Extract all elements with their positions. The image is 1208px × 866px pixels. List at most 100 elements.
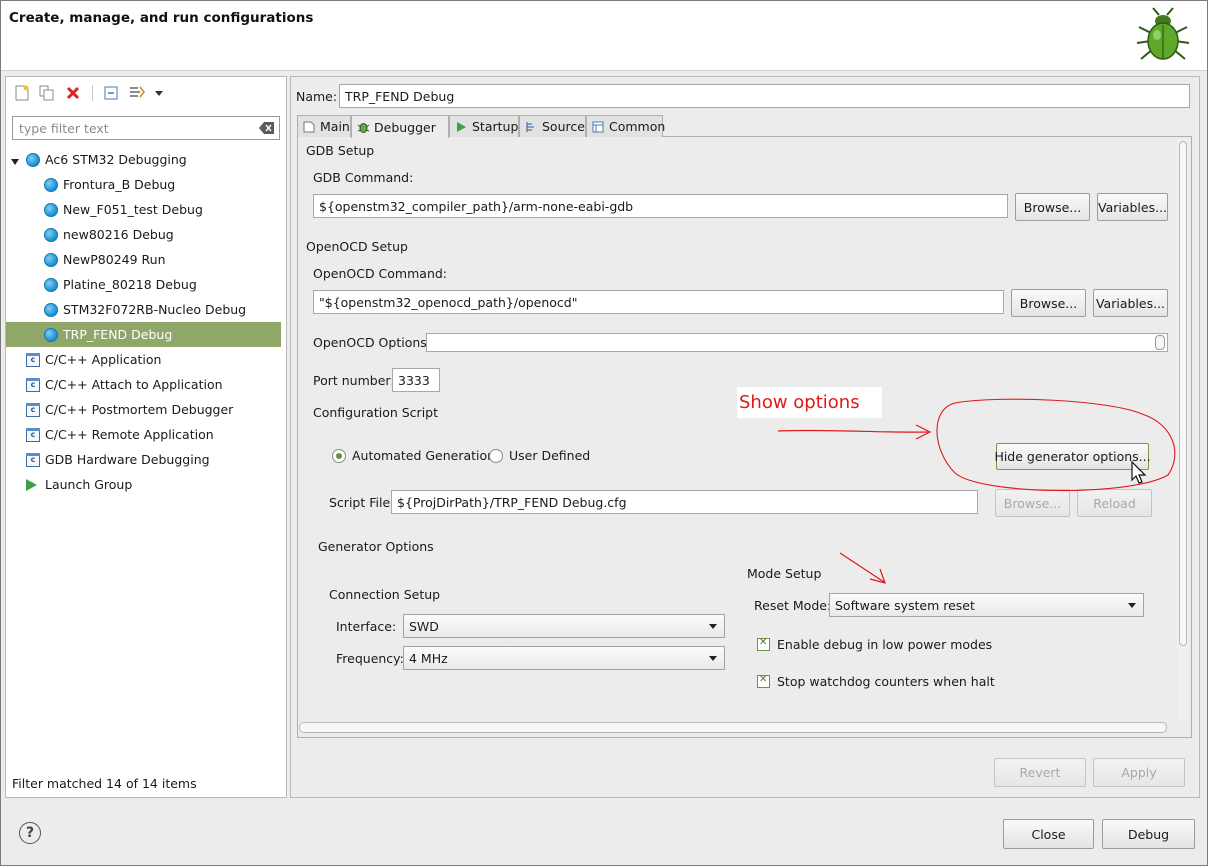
bug-icon (1136, 7, 1190, 60)
gdb-command-label: GDB Command: (313, 170, 414, 185)
tab-label: Main (320, 119, 350, 134)
c-app-icon: c (26, 352, 40, 367)
dialog-header: Create, manage, and run configurations (1, 1, 1207, 71)
globe-icon (44, 252, 58, 267)
collapse-all-icon[interactable] (102, 84, 120, 102)
gdb-command-input[interactable]: ${openstm32_compiler_path}/arm-none-eabi… (313, 194, 1008, 218)
tree-item-label: GDB Hardware Debugging (45, 452, 210, 467)
watchdog-checkbox[interactable]: Stop watchdog counters when halt (757, 674, 995, 689)
radio-automated-label: Automated Generation (352, 448, 496, 463)
tree-item-label: C/C++ Attach to Application (45, 377, 223, 392)
c-app-icon: c (26, 377, 40, 392)
tree-item-label: C/C++ Remote Application (45, 427, 214, 442)
frequency-label: Frequency: (336, 651, 404, 666)
tab-label: Debugger (374, 119, 436, 135)
gdb-variables-button[interactable]: Variables... (1097, 193, 1168, 221)
chevron-down-icon (709, 655, 717, 661)
close-button[interactable]: Close (1003, 819, 1094, 849)
frequency-select[interactable]: 4 MHz (403, 646, 725, 670)
dropdown-arrow-icon[interactable] (150, 84, 168, 102)
globe-icon (44, 177, 58, 192)
tab-startup[interactable]: Startup (449, 115, 519, 137)
c-app-icon: c (26, 452, 40, 467)
filter-input[interactable] (17, 118, 247, 138)
debug-button[interactable]: Debug (1102, 819, 1195, 849)
tree-item[interactable]: new80216 Debug (6, 222, 281, 247)
help-icon[interactable]: ? (19, 822, 41, 844)
port-number-input[interactable]: 3333 (392, 368, 440, 392)
filter-status: Filter matched 14 of 14 items (12, 776, 197, 791)
tree-item-label: Platine_80218 Debug (63, 277, 197, 292)
horizontal-scrollbar[interactable] (299, 722, 1167, 733)
name-input[interactable]: TRP_FEND Debug (339, 84, 1190, 108)
tree-item-label: TRP_FEND Debug (63, 327, 173, 342)
new-config-icon[interactable] (13, 84, 31, 102)
watchdog-label: Stop watchdog counters when halt (777, 674, 995, 689)
tree-item[interactable]: TRP_FEND Debug (6, 322, 281, 347)
tree-item-label: Launch Group (45, 477, 133, 492)
tree-item-label: Frontura_B Debug (63, 177, 176, 192)
filter-field[interactable] (12, 116, 280, 140)
filter-icon[interactable] (128, 84, 146, 102)
expand-arrow-icon[interactable] (10, 155, 20, 165)
radio-automated-generation[interactable]: Automated Generation (332, 448, 495, 463)
options-scroll-thumb[interactable] (1155, 335, 1165, 350)
tab-main[interactable]: Main (297, 115, 351, 137)
openocd-command-input[interactable]: "${openstm32_openocd_path}/openocd" (313, 290, 1004, 314)
tab-debugger[interactable]: Debugger (351, 115, 449, 138)
tree-item[interactable]: c C/C++ Postmortem Debugger (6, 397, 281, 422)
tree-item[interactable]: c GDB Hardware Debugging (6, 447, 281, 472)
startup-tab-icon (455, 121, 467, 133)
interface-label: Interface: (336, 619, 397, 634)
tree-item[interactable]: New_F051_test Debug (6, 197, 281, 222)
name-label: Name: (296, 89, 338, 104)
openocd-browse-button[interactable]: Browse... (1011, 289, 1086, 317)
tree-item[interactable]: Frontura_B Debug (6, 172, 281, 197)
frequency-value: 4 MHz (409, 650, 448, 666)
script-file-label: Script File: (329, 495, 395, 510)
tree-item[interactable]: Launch Group (6, 472, 281, 497)
gdb-browse-button[interactable]: Browse... (1015, 193, 1090, 221)
revert-button[interactable]: Revert (994, 758, 1086, 787)
globe-icon (44, 327, 58, 342)
delete-icon[interactable] (64, 84, 82, 102)
tree-item[interactable]: Platine_80218 Debug (6, 272, 281, 297)
globe-icon (44, 227, 58, 242)
tree-item[interactable]: NewP80249 Run (6, 247, 281, 272)
watchdog-check-indicator[interactable] (757, 674, 770, 688)
tree-item[interactable]: c C/C++ Application (6, 347, 281, 372)
clear-filter-icon[interactable] (259, 121, 275, 135)
interface-select[interactable]: SWD (403, 614, 725, 638)
tree-item-label: STM32F072RB-Nucleo Debug (63, 302, 247, 317)
radio-automated-indicator[interactable] (332, 448, 346, 463)
radio-user-defined[interactable]: User Defined (489, 448, 590, 463)
openocd-command-label: OpenOCD Command: (313, 266, 448, 281)
tab-source[interactable]: Source (519, 115, 586, 137)
openocd-variables-button[interactable]: Variables... (1093, 289, 1168, 317)
c-app-icon: c (26, 427, 40, 442)
mouse-cursor-icon (1131, 461, 1147, 484)
tree-item-label: new80216 Debug (63, 227, 174, 242)
reset-mode-select[interactable]: Software system reset (829, 593, 1144, 617)
connection-setup-heading: Connection Setup (329, 587, 441, 602)
tree-item[interactable]: Ac6 STM32 Debugging (6, 147, 281, 172)
tab-common[interactable]: Common (586, 115, 665, 137)
radio-user-label: User Defined (509, 448, 591, 463)
duplicate-icon[interactable] (38, 84, 56, 102)
main-tab-icon (303, 121, 315, 133)
radio-user-indicator[interactable] (489, 448, 503, 463)
tree-item[interactable]: c C/C++ Remote Application (6, 422, 281, 447)
tree-item[interactable]: c C/C++ Attach to Application (6, 372, 281, 397)
low-power-checkbox[interactable]: Enable debug in low power modes (757, 637, 992, 652)
source-tab-icon (525, 121, 537, 133)
reset-mode-label: Reset Mode: (754, 598, 832, 613)
openocd-options-input[interactable] (426, 333, 1168, 352)
tree-item[interactable]: STM32F072RB-Nucleo Debug (6, 297, 281, 322)
apply-button[interactable]: Apply (1093, 758, 1185, 787)
low-power-check-indicator[interactable] (757, 637, 770, 651)
